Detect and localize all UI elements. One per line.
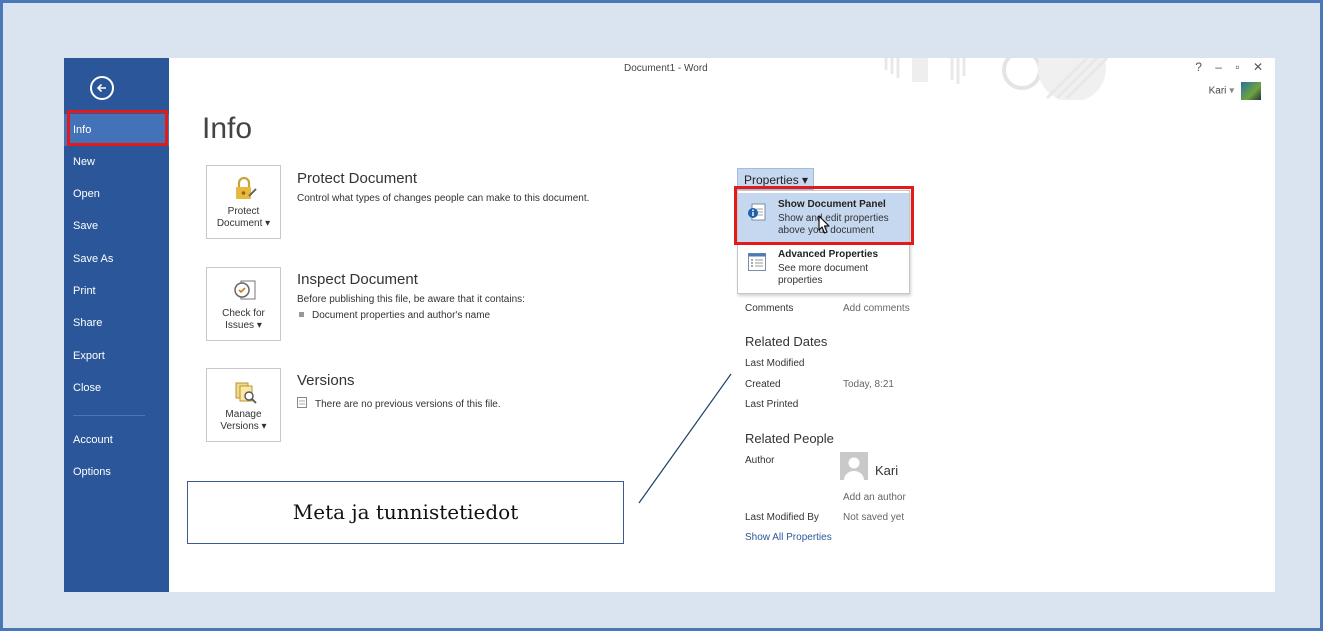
callout-box: Meta ja tunnistetiedot — [187, 481, 624, 544]
callout-text: Meta ja tunnistetiedot — [292, 500, 519, 524]
